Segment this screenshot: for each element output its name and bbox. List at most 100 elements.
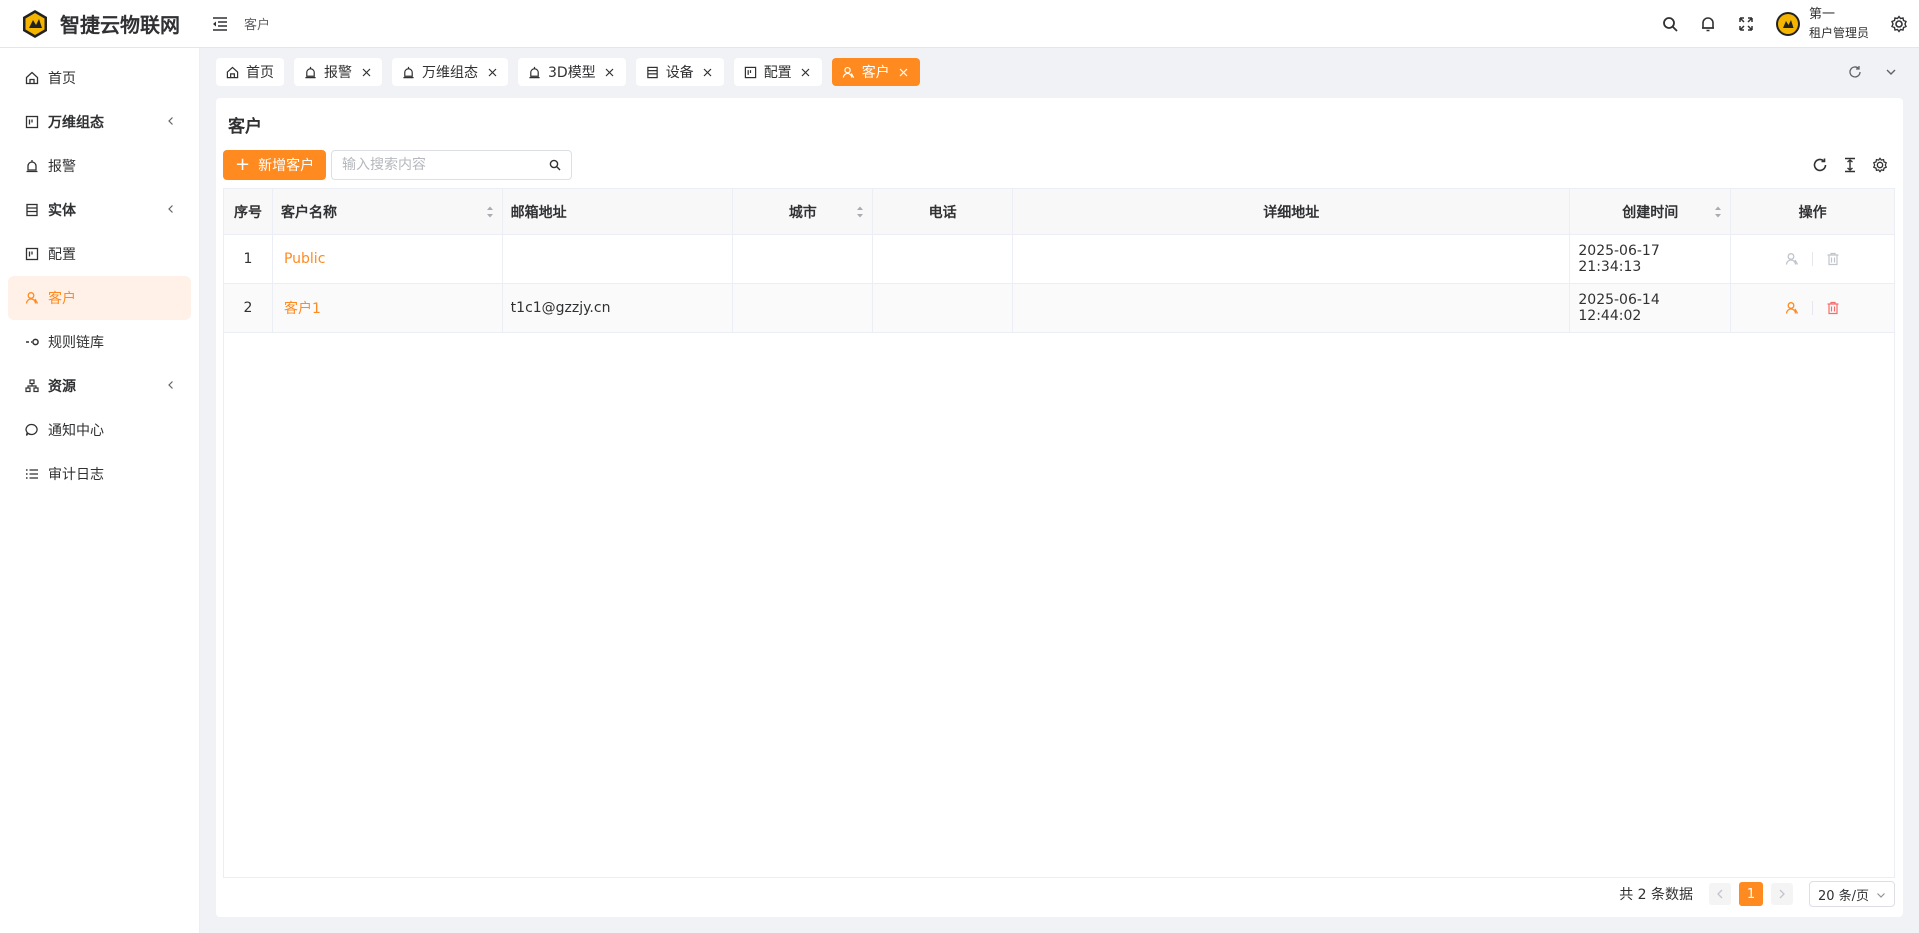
sort-icon[interactable]	[486, 205, 494, 219]
main-area: 首页 报警 万维组态 3D模型 设备 配置 客户 客户 + 新增客户 输入搜索内…	[200, 48, 1919, 933]
pagination-total: 共 2 条数据	[1619, 887, 1693, 903]
add-customer-button[interactable]: + 新增客户	[223, 150, 327, 180]
trash-icon[interactable]	[1823, 249, 1843, 269]
tab-customer[interactable]: 客户	[831, 58, 920, 86]
table-toolbar	[1805, 153, 1895, 177]
user-assign-icon[interactable]	[1782, 249, 1802, 269]
audit-log-icon	[24, 466, 40, 482]
sidebar-item-config[interactable]: 配置	[8, 232, 191, 276]
alarm-icon	[402, 65, 416, 79]
user-assign-icon[interactable]	[1782, 298, 1802, 318]
chevron-left-icon	[168, 117, 173, 125]
tab-label: 客户	[861, 65, 890, 81]
search-icon[interactable]	[549, 159, 561, 171]
column-height-icon[interactable]	[1835, 153, 1865, 177]
sidebar-item-label: 配置	[48, 247, 76, 263]
home-icon	[24, 70, 40, 86]
search-input[interactable]	[332, 152, 532, 178]
chevron-down-icon[interactable]	[1873, 58, 1909, 86]
sort-icon[interactable]	[1714, 205, 1722, 219]
gear-icon[interactable]	[1879, 0, 1919, 48]
customer-name-link[interactable]: 客户1	[284, 298, 321, 318]
close-icon[interactable]	[604, 66, 616, 78]
cell-city	[733, 235, 874, 283]
sort-icon[interactable]	[856, 205, 864, 219]
sidebar-item-wanwei[interactable]: 万维组态	[8, 100, 191, 144]
config-icon	[744, 65, 758, 79]
tab-config[interactable]: 配置	[733, 58, 822, 86]
divider	[1812, 301, 1814, 315]
sidebar-item-home[interactable]: 首页	[8, 56, 191, 100]
app-title: 智捷云物联网	[60, 13, 180, 37]
sidebar-item-label: 资源	[48, 379, 76, 395]
sidebar-item-label: 通知中心	[48, 423, 104, 439]
tabs-actions	[1837, 58, 1909, 86]
user-menu[interactable]: 第一 租户管理员	[1775, 6, 1869, 42]
trash-icon[interactable]	[1823, 298, 1843, 318]
alarm-icon	[304, 65, 318, 79]
notification-icon	[24, 422, 40, 438]
tab-label: 设备	[665, 65, 694, 81]
column-header-address: 详细地址	[1013, 189, 1571, 234]
tab-label: 3D模型	[548, 65, 596, 81]
sidebar-item-customer[interactable]: 客户	[8, 276, 191, 320]
cell-index: 2	[224, 284, 273, 332]
refresh-icon[interactable]	[1805, 153, 1835, 177]
sidebar-item-notification[interactable]: 通知中心	[8, 408, 191, 452]
cell-phone	[873, 235, 1014, 283]
close-icon[interactable]	[898, 66, 910, 78]
gear-icon[interactable]	[1865, 153, 1895, 177]
tab-device[interactable]: 设备	[635, 58, 724, 86]
page-title: 客户	[228, 117, 262, 137]
entity-icon	[646, 65, 660, 79]
sidebar-item-rule-chain[interactable]: 规则链库	[8, 320, 191, 364]
tab-label: 首页	[246, 65, 274, 81]
customer-icon	[842, 65, 856, 79]
tab-3d-model[interactable]: 3D模型	[518, 58, 626, 86]
search-icon[interactable]	[1651, 0, 1689, 48]
customer-name-link[interactable]: Public	[284, 251, 325, 267]
cell-email: t1c1@gzzjy.cn	[503, 284, 734, 332]
refresh-icon[interactable]	[1837, 58, 1873, 86]
sidebar-item-entity[interactable]: 实体	[8, 188, 191, 232]
tab-label: 万维组态	[422, 65, 478, 81]
column-header-email: 邮箱地址	[503, 189, 734, 234]
page-number-button[interactable]: 1	[1739, 882, 1763, 906]
top-header: 智捷云物联网 客户 第一 租户管理员	[0, 0, 1919, 48]
sidebar-item-label: 客户	[48, 291, 76, 307]
sidebar-item-audit-log[interactable]: 审计日志	[8, 452, 191, 496]
divider	[1812, 252, 1814, 266]
column-header-city[interactable]: 城市	[733, 189, 874, 234]
sidebar-item-label: 报警	[48, 159, 76, 175]
close-icon[interactable]	[702, 66, 714, 78]
tab-wanwei[interactable]: 万维组态	[392, 58, 508, 86]
chevron-left-icon	[168, 381, 173, 389]
sidebar-item-label: 首页	[48, 71, 76, 87]
alarm-icon	[24, 158, 40, 174]
column-header-label: 客户名称	[280, 204, 337, 221]
column-header-created[interactable]: 创建时间	[1570, 189, 1732, 234]
tab-home[interactable]: 首页	[216, 58, 284, 86]
search-field[interactable]	[331, 150, 572, 180]
close-icon[interactable]	[800, 66, 812, 78]
fullscreen-icon[interactable]	[1727, 0, 1765, 48]
tab-alarm[interactable]: 报警	[294, 58, 382, 86]
cell-name: Public	[273, 235, 503, 283]
chevron-down-icon	[1877, 893, 1885, 898]
prev-page-button[interactable]	[1709, 883, 1731, 905]
sidebar-item-resource[interactable]: 资源	[8, 364, 191, 408]
layout-icon	[24, 114, 40, 130]
page-size-select[interactable]: 20 条/页	[1809, 881, 1895, 907]
bell-icon[interactable]	[1689, 0, 1727, 48]
next-page-button[interactable]	[1771, 883, 1793, 905]
cell-address	[1013, 235, 1571, 283]
close-icon[interactable]	[360, 66, 372, 78]
close-icon[interactable]	[486, 66, 498, 78]
column-header-index: 序号	[224, 189, 273, 234]
sidebar-toggle-icon[interactable]	[210, 14, 230, 34]
customer-table: 序号 客户名称 邮箱地址 城市 电话 详细地址 创建时间 操作 1 Public…	[223, 188, 1895, 878]
plus-icon: +	[235, 154, 251, 175]
column-header-name[interactable]: 客户名称	[273, 189, 503, 234]
sidebar-item-alarm[interactable]: 报警	[8, 144, 191, 188]
logo-area: 智捷云物联网	[0, 0, 200, 48]
